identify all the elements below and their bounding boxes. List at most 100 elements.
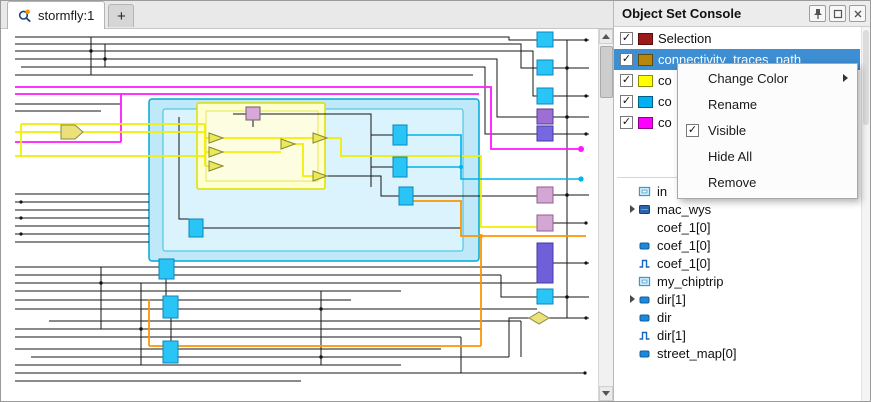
panel-header: Object Set Console xyxy=(614,1,870,27)
object-set-console-panel: Object Set Console ✓ Selecti xyxy=(613,1,870,401)
port-icon xyxy=(638,311,653,324)
object-set-label: co xyxy=(658,94,672,109)
pin-button[interactable] xyxy=(809,5,826,22)
violet-tall-block xyxy=(537,243,553,283)
tree-item[interactable]: dir[1] xyxy=(614,290,860,308)
color-swatch[interactable] xyxy=(638,75,653,87)
panel-scrollbar[interactable] xyxy=(861,27,870,401)
color-swatch[interactable] xyxy=(638,96,653,108)
tab-stormfly[interactable]: stormfly:1 xyxy=(7,1,105,29)
context-menu: Change Color Rename ✓ Visible Hide All R… xyxy=(677,63,858,199)
tree-item[interactable]: coef_1[0] xyxy=(614,236,860,254)
violet-block xyxy=(537,126,553,141)
tree-item-label: mac_wys xyxy=(657,202,711,217)
object-set-label: co xyxy=(658,115,672,130)
menu-item-hide-all[interactable]: Hide All xyxy=(678,144,857,170)
tree-item[interactable]: my_chiptrip xyxy=(614,272,860,290)
module-icon xyxy=(638,275,653,288)
cyan-terminal xyxy=(578,176,583,181)
check-icon: ✓ xyxy=(622,117,631,128)
purple-block xyxy=(537,109,553,124)
tree-item[interactable]: coef_1[0] xyxy=(614,218,860,236)
tree-item[interactable]: street_map[0] xyxy=(614,344,860,362)
float-button[interactable] xyxy=(829,5,846,22)
tree-item[interactable]: dir[1] xyxy=(614,326,860,344)
tab-bar: stormfly:1 + xyxy=(1,1,613,29)
wave-icon xyxy=(638,329,653,342)
float-icon xyxy=(832,8,844,20)
visibility-checkbox[interactable]: ✓ xyxy=(620,32,633,45)
check-icon: ✓ xyxy=(622,96,631,107)
new-tab-button[interactable]: + xyxy=(108,4,134,27)
module-icon xyxy=(638,185,653,198)
tree-item-label: dir[1] xyxy=(657,292,686,307)
scroll-up-button[interactable] xyxy=(599,29,613,44)
panel-scrollbar-thumb[interactable] xyxy=(863,30,869,125)
menu-item-label: Visible xyxy=(708,123,746,138)
tree-item-label: in xyxy=(657,184,667,199)
schematic-svg xyxy=(1,29,598,401)
tree-item-label: coef_1[0] xyxy=(657,256,711,271)
submenu-arrow-icon xyxy=(843,74,848,82)
schematic-canvas[interactable] xyxy=(1,29,598,401)
tab-label: stormfly:1 xyxy=(38,8,94,23)
arrow-up-icon xyxy=(602,34,610,39)
plum-block-1 xyxy=(537,187,553,203)
visibility-checkbox[interactable]: ✓ xyxy=(620,74,633,87)
check-icon: ✓ xyxy=(622,75,631,86)
canvas-vertical-scrollbar[interactable] xyxy=(598,29,613,401)
tree-item-label: coef_1[0] xyxy=(657,238,711,253)
color-swatch[interactable] xyxy=(638,117,653,129)
menu-item-label: Rename xyxy=(708,97,757,112)
plus-icon: + xyxy=(117,8,126,25)
port-icon xyxy=(638,239,653,252)
object-set-label: Selection xyxy=(658,31,711,46)
color-swatch[interactable] xyxy=(638,33,653,45)
wave-icon xyxy=(638,257,653,270)
instance-icon xyxy=(638,203,653,216)
expander-spacer xyxy=(626,221,638,233)
tree-item-label: coef_1[0] xyxy=(657,220,711,235)
scrollbar-thumb[interactable] xyxy=(600,46,613,98)
expander-spacer xyxy=(626,347,638,359)
tree-item-label: dir xyxy=(657,310,671,325)
color-swatch[interactable] xyxy=(638,54,653,66)
check-icon: ✓ xyxy=(622,54,631,65)
menu-item-remove[interactable]: Remove xyxy=(678,170,857,196)
visibility-checkbox[interactable]: ✓ xyxy=(620,53,633,66)
tree-item[interactable]: mac_wys xyxy=(614,200,860,218)
object-tree: in mac_wys coef_1[0] coef_1[0] xyxy=(614,182,860,362)
tree-item[interactable]: coef_1[0] xyxy=(614,254,860,272)
tree-item-label: street_map[0] xyxy=(657,346,737,361)
magenta-terminal xyxy=(578,146,584,152)
visibility-checkbox[interactable]: ✓ xyxy=(620,116,633,129)
cyan-junction xyxy=(459,165,463,169)
expander-spacer xyxy=(626,275,638,287)
expander-icon[interactable] xyxy=(626,203,638,215)
object-set-label: co xyxy=(658,73,672,88)
expander-spacer xyxy=(626,239,638,251)
close-icon xyxy=(852,8,864,20)
port-icon xyxy=(638,293,653,306)
expander-icon[interactable] xyxy=(626,293,638,305)
menu-item-label: Hide All xyxy=(708,149,752,164)
pin-icon xyxy=(812,8,824,20)
tree-item-label: dir[1] xyxy=(657,328,686,343)
plum-block-2 xyxy=(537,215,553,231)
schematic-search-icon xyxy=(18,9,32,23)
object-set-row[interactable]: ✓ Selection xyxy=(614,28,860,49)
app-window: stormfly:1 + xyxy=(0,0,871,402)
menu-item-rename[interactable]: Rename xyxy=(678,92,857,118)
menu-item-change-color[interactable]: Change Color xyxy=(678,66,857,92)
visible-checkbox[interactable]: ✓ xyxy=(686,124,699,137)
panel-title: Object Set Console xyxy=(622,6,806,21)
arrow-down-icon xyxy=(602,391,610,396)
expander-spacer xyxy=(626,329,638,341)
menu-item-visible[interactable]: ✓ Visible xyxy=(678,118,857,144)
menu-item-label: Change Color xyxy=(708,71,788,86)
scroll-down-button[interactable] xyxy=(599,386,613,401)
tree-item[interactable]: dir xyxy=(614,308,860,326)
expander-spacer xyxy=(626,257,638,269)
close-button[interactable] xyxy=(849,5,866,22)
visibility-checkbox[interactable]: ✓ xyxy=(620,95,633,108)
